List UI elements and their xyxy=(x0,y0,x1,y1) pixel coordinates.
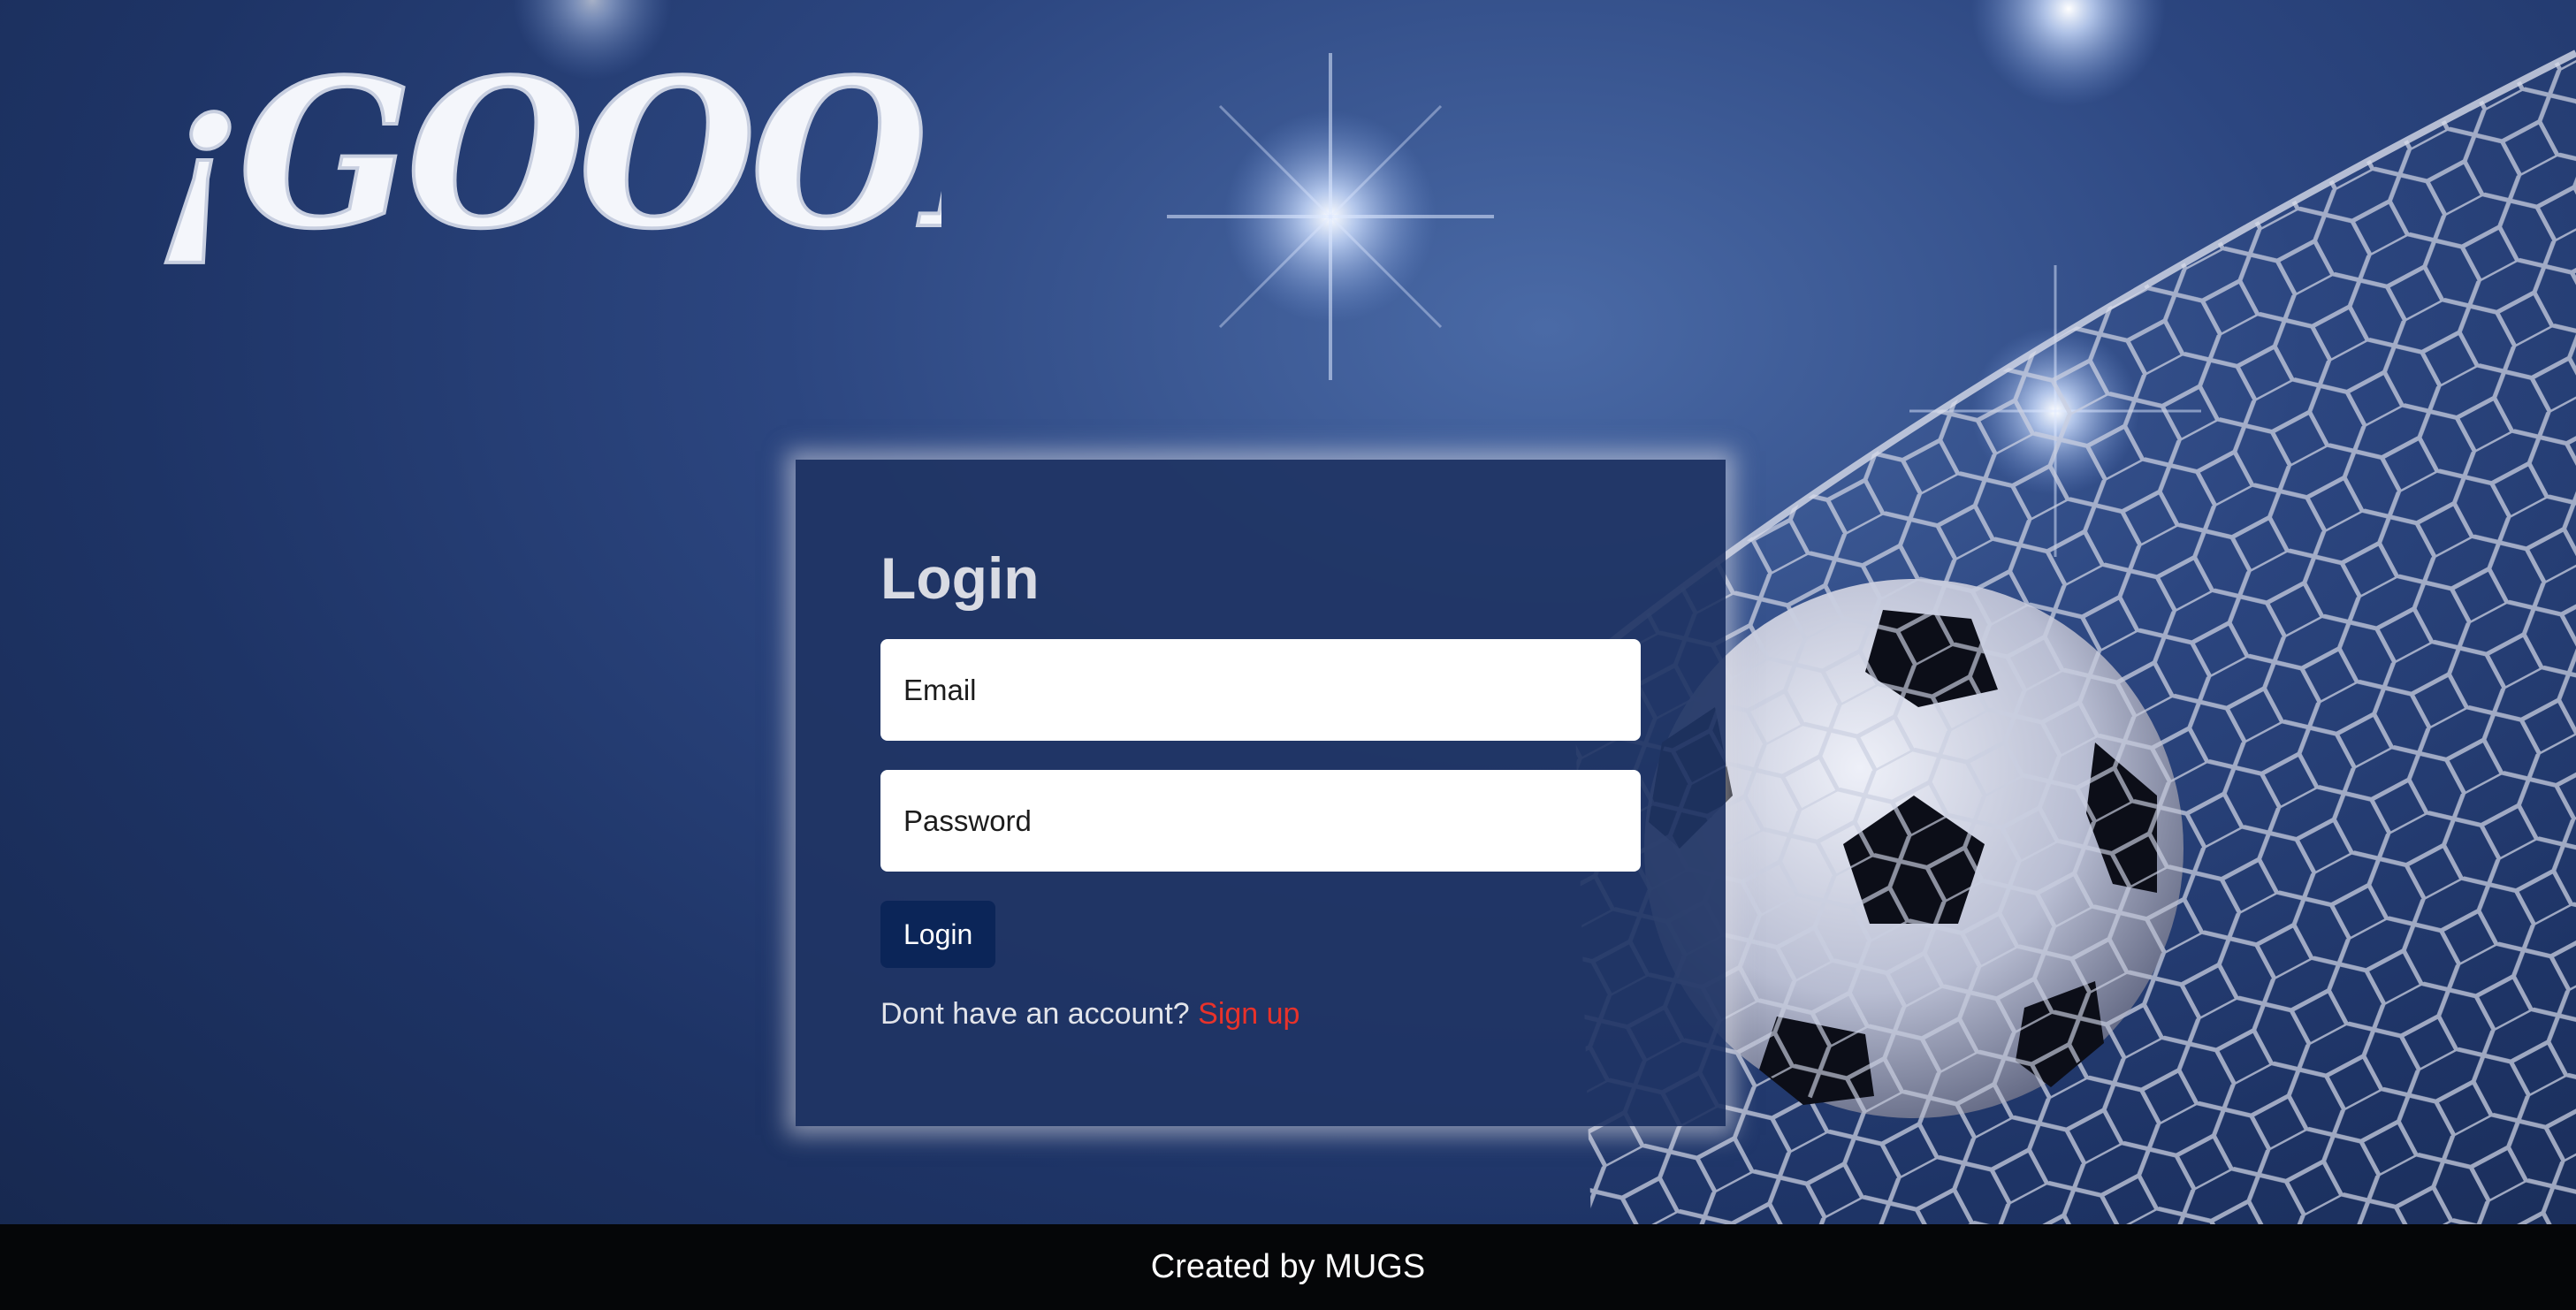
brand-logo: ¡GOOOL! xyxy=(153,49,941,270)
login-card: Login Login Dont have an account? Sign u… xyxy=(796,460,1726,1126)
footer-credit: Created by MUGS xyxy=(1150,1248,1426,1285)
footer: Created by MUGS xyxy=(0,1224,2576,1310)
password-field[interactable] xyxy=(880,770,1641,872)
signup-prompt-line: Dont have an account? Sign up xyxy=(880,997,1641,1032)
stadium-light-icon xyxy=(1167,53,1494,380)
signup-link[interactable]: Sign up xyxy=(1198,997,1299,1031)
logo-text: ¡GOOOL! xyxy=(155,49,941,270)
email-field[interactable] xyxy=(880,639,1641,741)
login-button[interactable]: Login xyxy=(880,901,996,968)
login-page: ¡GOOOL! Login Login Dont have an account… xyxy=(0,0,2576,1310)
signup-prompt-text: Dont have an account? xyxy=(880,997,1199,1031)
login-title: Login xyxy=(880,545,1040,611)
